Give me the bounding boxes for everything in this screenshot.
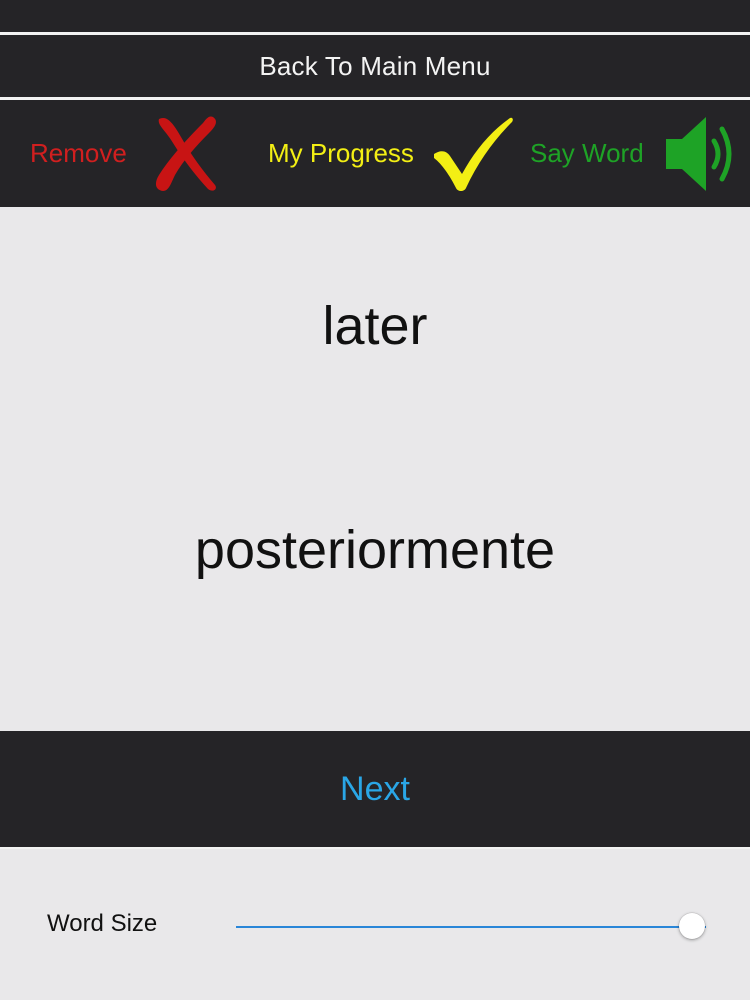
next-button[interactable]: Next [0, 731, 750, 847]
say-word-label: Say Word [530, 138, 644, 168]
x-mark-icon [151, 113, 223, 195]
speaker-icon [665, 113, 736, 195]
my-progress-label: My Progress [268, 138, 414, 168]
slider-track[interactable] [236, 926, 706, 928]
word-size-slider[interactable] [236, 911, 706, 943]
remove-button[interactable]: Remove [30, 100, 223, 207]
checkmark-icon [432, 116, 514, 192]
say-word-button[interactable]: Say Word [530, 100, 736, 207]
settings-panel: Word Size [0, 849, 750, 1000]
status-bar [0, 0, 750, 32]
word-text: later [322, 296, 428, 356]
back-to-main-menu-label: Back To Main Menu [259, 50, 491, 81]
my-progress-button[interactable]: My Progress [268, 100, 514, 207]
next-label: Next [340, 769, 410, 808]
flashcard: later posteriormente [0, 207, 750, 731]
back-to-main-menu-button[interactable]: Back To Main Menu [0, 35, 750, 97]
translation-text: posteriormente [194, 520, 556, 580]
toolbar: Remove My Progress Say Word [0, 100, 750, 207]
slider-thumb[interactable] [678, 913, 705, 939]
word-size-label: Word Size [47, 910, 158, 937]
remove-label: Remove [30, 138, 127, 168]
